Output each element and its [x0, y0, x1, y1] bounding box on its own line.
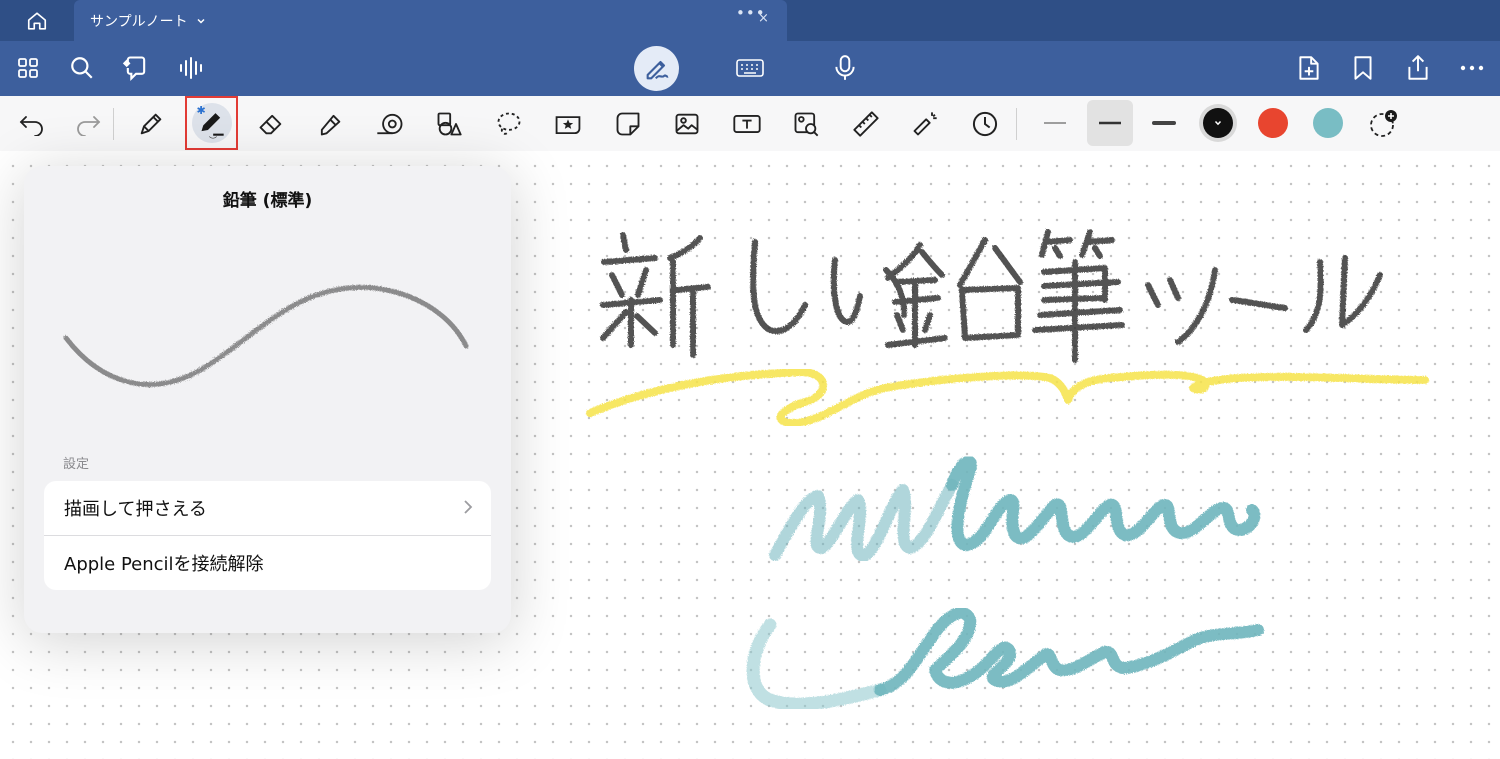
toolbar-divider	[1016, 108, 1017, 140]
microphone-icon	[835, 55, 855, 80]
home-button[interactable]	[0, 0, 74, 41]
color-swatch-red[interactable]	[1258, 108, 1288, 138]
bluetooth-icon: ✱	[196, 104, 206, 117]
undo-icon	[19, 116, 43, 136]
pencil-options-popover: 鉛筆 (標準) 設定 描画して押さえる Apple Pencilを接続解除	[24, 166, 511, 633]
highlighter-tool[interactable]	[312, 106, 348, 142]
share-button[interactable]	[1403, 53, 1433, 83]
eraser-icon	[259, 114, 282, 135]
voice-mode-button[interactable]	[830, 53, 860, 83]
home-icon	[27, 11, 47, 30]
teal-cursive-line-1	[769, 455, 1261, 562]
ai-assist-button[interactable]	[121, 53, 151, 83]
shapes-icon	[437, 112, 462, 136]
ai-sparkle-icon	[122, 56, 146, 82]
stroke-width-medium[interactable]	[1087, 100, 1133, 146]
chevron-right-icon	[464, 500, 473, 514]
main-header	[0, 41, 1500, 96]
tab-bar: サンプルノート ••• ×	[0, 0, 1500, 41]
settings-list: 描画して押さえる Apple Pencilを接続解除	[44, 481, 491, 590]
text-box-tool[interactable]	[729, 106, 765, 142]
text-box-icon	[733, 115, 761, 133]
eraser-tool[interactable]	[253, 106, 289, 142]
thin-line-icon	[1044, 122, 1066, 124]
camera-scan-icon	[794, 112, 819, 137]
history-tool[interactable]	[967, 106, 1003, 142]
fountain-pen-tool[interactable]	[133, 106, 169, 142]
lasso-tool[interactable]	[491, 106, 527, 142]
tool-bar: ✱ ︶	[0, 96, 1500, 152]
pencil-stroke-preview	[63, 284, 469, 387]
keyboard-icon	[736, 59, 764, 77]
settings-section-label: 設定	[63, 457, 90, 472]
sticker-tool[interactable]	[550, 106, 586, 142]
stroke-width-thin[interactable]	[1032, 100, 1078, 146]
keyboard-mode-button[interactable]	[735, 53, 765, 83]
undo-button[interactable]	[14, 106, 50, 142]
pencil-handwriting-strokes	[600, 229, 1383, 363]
color-swatch-black[interactable]	[1203, 108, 1233, 138]
scan-tool[interactable]	[788, 106, 824, 142]
color-swatch-teal[interactable]	[1313, 108, 1343, 138]
share-icon	[1408, 55, 1428, 80]
bookmark-button[interactable]	[1348, 53, 1378, 83]
medium-line-icon	[1099, 121, 1121, 125]
fountain-pen-icon	[140, 113, 162, 135]
bookmark-icon	[1354, 56, 1372, 80]
add-page-button[interactable]	[1294, 53, 1324, 83]
laser-pointer-tool[interactable]	[907, 106, 943, 142]
clock-icon	[972, 111, 998, 137]
shapes-tool[interactable]	[431, 106, 467, 142]
more-button[interactable]	[1457, 53, 1487, 83]
image-icon	[675, 113, 699, 135]
ruler-tool[interactable]	[848, 106, 884, 142]
sticker-icon	[555, 116, 581, 135]
chevron-down-icon[interactable]	[196, 16, 206, 26]
tape-icon	[377, 113, 403, 135]
sticky-note-tool[interactable]	[610, 106, 646, 142]
add-page-icon	[1299, 56, 1319, 80]
sticky-note-icon	[616, 112, 640, 136]
search-icon	[71, 57, 93, 79]
toolbar-divider	[113, 108, 114, 140]
grid-icon	[18, 58, 38, 78]
add-color-button[interactable]	[1365, 106, 1401, 142]
handwriting-mode-icon	[646, 60, 668, 79]
ruler-icon	[853, 111, 879, 137]
yellow-underline-stroke	[586, 368, 1429, 428]
stroke-width-thick[interactable]	[1141, 100, 1187, 146]
draw-and-hold-row[interactable]: 描画して押さえる	[44, 481, 491, 535]
redo-icon	[77, 116, 101, 136]
tab-sample-note[interactable]: サンプルノート ••• ×	[74, 0, 787, 41]
popover-title: 鉛筆 (標準)	[222, 191, 313, 211]
disconnect-apple-pencil-label: Apple Pencilを接続解除	[64, 554, 264, 575]
draw-and-hold-label: 描画して押さえる	[64, 499, 207, 520]
audio-waveform-icon	[180, 57, 202, 79]
add-color-icon	[1370, 110, 1397, 137]
image-tool[interactable]	[669, 106, 705, 142]
tab-close-button[interactable]: ×	[758, 11, 769, 26]
audio-record-button[interactable]	[176, 53, 206, 83]
pencil-tool-selected[interactable]: ✱ ︶	[185, 96, 238, 150]
redo-button[interactable]	[70, 106, 106, 142]
thick-line-icon	[1152, 121, 1176, 125]
laser-pointer-icon	[913, 112, 937, 136]
handwriting-mode-button[interactable]	[634, 46, 679, 91]
disconnect-apple-pencil-row[interactable]: Apple Pencilを接続解除	[44, 535, 491, 590]
search-button[interactable]	[67, 53, 97, 83]
more-icon	[1460, 65, 1484, 71]
tape-tool[interactable]	[372, 106, 408, 142]
teal-cursive-line-2	[746, 607, 1264, 711]
lasso-icon	[497, 112, 521, 135]
tab-title: サンプルノート	[90, 14, 188, 30]
tool-options-chevron-icon: ︶	[209, 136, 217, 145]
highlighter-icon	[320, 114, 341, 136]
grid-view-button[interactable]	[13, 53, 43, 83]
color-options-chevron-icon	[1214, 120, 1222, 126]
